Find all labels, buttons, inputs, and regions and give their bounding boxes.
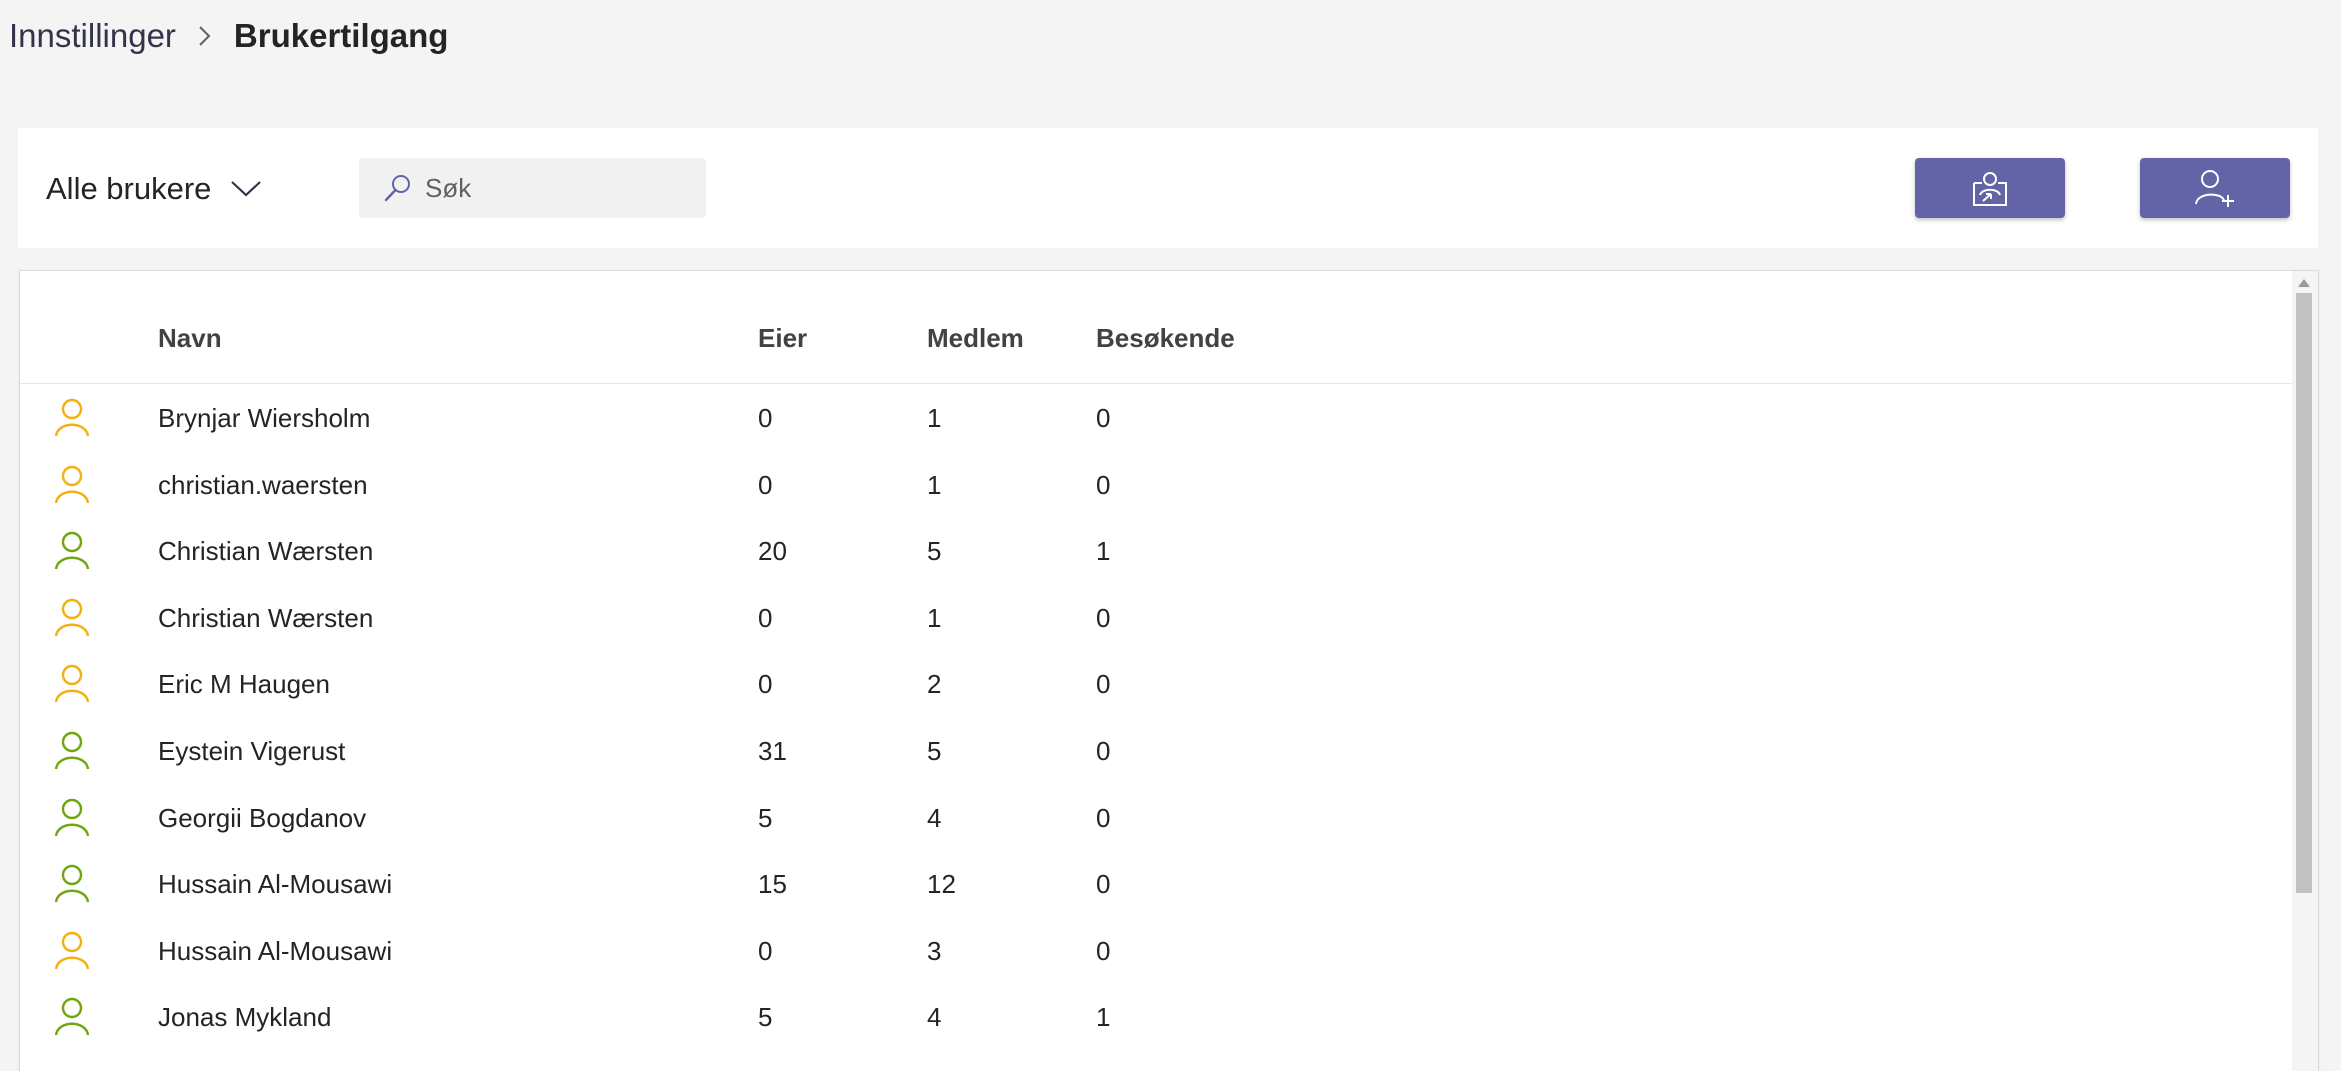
cell-owner-count: 0 bbox=[758, 602, 773, 633]
cell-name: Georgii Bogdanov bbox=[158, 802, 367, 833]
cell-member-count: 1 bbox=[927, 469, 942, 500]
table-row[interactable]: christian.waersten 0 1 0 bbox=[20, 451, 2292, 518]
cell-name: christian.waersten bbox=[158, 469, 368, 500]
cell-owner-count: 0 bbox=[758, 935, 773, 966]
search-input[interactable] bbox=[425, 168, 685, 208]
column-header-visitor[interactable]: Besøkende bbox=[1096, 323, 1235, 354]
cell-visitor-count: 0 bbox=[1096, 935, 1111, 966]
cell-owner-count: 31 bbox=[758, 735, 787, 766]
cell-visitor-count: 1 bbox=[1096, 536, 1111, 567]
cell-visitor-count: 0 bbox=[1096, 735, 1111, 766]
column-header-name[interactable]: Navn bbox=[158, 323, 222, 354]
cell-owner-count: 20 bbox=[758, 536, 787, 567]
person-icon bbox=[52, 930, 92, 972]
toolbar: Alle brukere bbox=[18, 128, 2318, 248]
cell-visitor-count: 1 bbox=[1096, 1002, 1111, 1033]
cell-owner-count: 0 bbox=[758, 669, 773, 700]
add-user-icon bbox=[2193, 168, 2237, 208]
cell-visitor-count: 0 bbox=[1096, 869, 1111, 900]
person-icon bbox=[52, 464, 92, 506]
column-header-member[interactable]: Medlem bbox=[927, 323, 1024, 354]
cell-visitor-count: 0 bbox=[1096, 403, 1111, 433]
cell-member-count: 5 bbox=[927, 735, 942, 766]
user-filter-label: Alle brukere bbox=[46, 171, 212, 206]
table-row[interactable]: Christian Wærsten 20 5 1 bbox=[20, 517, 2292, 584]
table-body: Brynjar Wiersholm 0 1 0 christian.waersten 0 1… bbox=[20, 384, 2292, 1050]
cell-member-count: 12 bbox=[927, 869, 956, 900]
chevron-down-icon bbox=[229, 178, 263, 200]
person-icon bbox=[52, 397, 92, 439]
cell-name: Eystein Vigerust bbox=[158, 735, 346, 766]
cell-name: Eric M Haugen bbox=[158, 669, 330, 700]
table-row[interactable]: Eystein Vigerust 31 5 0 bbox=[20, 717, 2292, 784]
table-header: Navn Eier Medlem Besøkende bbox=[20, 271, 2292, 384]
table-row[interactable]: Jonas Mykland 5 4 1 bbox=[20, 983, 2292, 1050]
column-header-owner[interactable]: Eier bbox=[758, 323, 807, 354]
page-title: Brukertilgang bbox=[233, 17, 449, 54]
person-icon bbox=[52, 996, 92, 1038]
table-row[interactable]: Hussain Al-Mousawi 15 12 0 bbox=[20, 850, 2292, 917]
scroll-up-arrow-icon[interactable] bbox=[2298, 279, 2310, 287]
cell-visitor-count: 0 bbox=[1096, 469, 1111, 500]
share-screen-icon bbox=[1970, 169, 2010, 207]
person-icon bbox=[52, 530, 92, 572]
table-row[interactable]: Brynjar Wiersholm 0 1 0 bbox=[20, 384, 2292, 451]
cell-member-count: 4 bbox=[927, 1002, 942, 1033]
cell-name: Christian Wærsten bbox=[158, 602, 374, 633]
table-row[interactable]: Christian Wærsten 0 1 0 bbox=[20, 584, 2292, 651]
add-user-button[interactable] bbox=[2140, 158, 2290, 218]
table-row[interactable]: Hussain Al-Mousawi 0 3 0 bbox=[20, 917, 2292, 984]
table-row[interactable]: Georgii Bogdanov 5 4 0 bbox=[20, 784, 2292, 851]
cell-member-count: 2 bbox=[927, 669, 942, 700]
cell-visitor-count: 0 bbox=[1096, 802, 1111, 833]
cell-visitor-count: 0 bbox=[1096, 669, 1111, 700]
cell-name: Hussain Al-Mousawi bbox=[158, 935, 393, 966]
scrollbar-thumb[interactable] bbox=[2296, 293, 2312, 893]
table-row[interactable]: Eric M Haugen 0 2 0 bbox=[20, 650, 2292, 717]
person-icon bbox=[52, 663, 92, 705]
cell-owner-count: 5 bbox=[758, 802, 773, 833]
cell-name: Jonas Mykland bbox=[158, 1002, 332, 1033]
cell-name: Christian Wærsten bbox=[158, 536, 374, 567]
cell-name: Hussain Al-Mousawi bbox=[158, 869, 393, 900]
cell-visitor-count: 0 bbox=[1096, 602, 1111, 633]
cell-member-count: 3 bbox=[927, 935, 942, 966]
cell-owner-count: 15 bbox=[758, 869, 787, 900]
person-icon bbox=[52, 730, 92, 772]
search-icon bbox=[383, 173, 413, 203]
share-access-button[interactable] bbox=[1915, 158, 2065, 218]
vertical-scrollbar[interactable] bbox=[2292, 271, 2318, 1071]
cell-member-count: 1 bbox=[927, 403, 942, 433]
user-filter-dropdown[interactable]: Alle brukere bbox=[46, 164, 263, 214]
user-access-table: Navn Eier Medlem Besøkende Brynjar Wiers… bbox=[19, 270, 2319, 1071]
cell-member-count: 5 bbox=[927, 536, 942, 567]
search-box[interactable] bbox=[359, 158, 706, 218]
breadcrumb-parent-link[interactable]: Innstillinger bbox=[9, 17, 176, 55]
cell-member-count: 1 bbox=[927, 602, 942, 633]
cell-member-count: 4 bbox=[927, 802, 942, 833]
cell-owner-count: 5 bbox=[758, 1002, 773, 1033]
cell-owner-count: 0 bbox=[758, 469, 773, 500]
breadcrumb: Innstillinger Brukertilgang bbox=[9, 14, 448, 58]
cell-owner-count: 0 bbox=[758, 403, 773, 433]
person-icon bbox=[52, 863, 92, 905]
cell-name: Brynjar Wiersholm bbox=[158, 403, 371, 433]
person-icon bbox=[52, 597, 92, 639]
chevron-right-icon bbox=[194, 22, 216, 50]
person-icon bbox=[52, 797, 92, 839]
